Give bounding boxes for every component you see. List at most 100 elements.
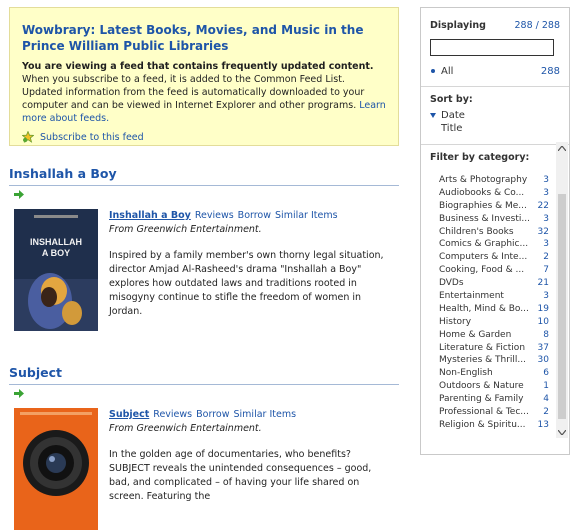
item-title[interactable]: Inshallah a Boy (9, 166, 399, 186)
category-item[interactable]: Audiobooks & Co... 3 (421, 187, 569, 200)
sort-options: Date Title (421, 105, 569, 135)
category-name: Home & Garden (439, 329, 512, 340)
category-item[interactable]: Biographies & Me... 22 (421, 200, 569, 213)
category-count: 1 (543, 381, 549, 392)
feed-filter-pane: Displaying 288 / 288 All 288 Sort by: Da… (420, 7, 570, 455)
category-count: 6 (543, 368, 549, 379)
feed-star-icon (22, 131, 34, 143)
borrow-link[interactable]: Borrow (238, 210, 271, 221)
category-item[interactable]: Business & Investi... 3 (421, 213, 569, 226)
category-item[interactable]: DVDs 21 (421, 277, 569, 290)
item-title[interactable]: Subject (9, 365, 399, 385)
all-label: All (441, 66, 454, 77)
category-item[interactable]: Entertainment 3 (421, 290, 569, 303)
category-item[interactable]: Outdoors & Nature 1 (421, 380, 569, 393)
feed-info-body: When you subscribe to a feed, it is adde… (22, 74, 365, 111)
svg-text:A BOY: A BOY (42, 248, 70, 258)
category-name: Non-English (439, 368, 493, 379)
poster-image[interactable]: INSHALLAH A BOY (14, 209, 98, 331)
feed-info-text: You are viewing a feed that contains fre… (22, 60, 386, 125)
category-item[interactable]: Religion & Spiritu... 13 (421, 419, 569, 432)
category-item[interactable]: Arts & Photography 3 (421, 174, 569, 187)
category-name: Comics & Graphic... (439, 239, 529, 250)
category-count: 21 (537, 278, 549, 289)
feed-info-bold: You are viewing a feed that contains fre… (22, 61, 374, 72)
category-name: Health, Mind & Bo... (439, 303, 529, 314)
feed-info-banner: Wowbrary: Latest Books, Movies, and Musi… (9, 7, 399, 146)
item-links: Subject Reviews Borrow Similar Items (109, 408, 394, 421)
category-list: Arts & Photography 3 Audiobooks & Co... 3 Bi… (421, 174, 569, 432)
category-item[interactable]: Computers & Inte... 2 (421, 251, 569, 264)
category-count: 7 (543, 265, 549, 276)
similar-items-link[interactable]: Similar Items (275, 210, 338, 221)
displaying-row: Displaying 288 / 288 (421, 8, 569, 31)
category-item[interactable]: Professional & Tec... 2 (421, 406, 569, 419)
item-source: From Greenwich Entertainment. (109, 224, 262, 235)
category-name: Audiobooks & Co... (439, 187, 525, 198)
displaying-label: Displaying (430, 20, 486, 31)
category-name: Cooking, Food & ... (439, 265, 525, 276)
sort-option-title[interactable]: Title (430, 122, 569, 135)
category-scrollbar[interactable] (556, 142, 568, 438)
filter-category-label: Filter by category: (430, 152, 530, 163)
category-count: 37 (537, 342, 549, 353)
scroll-down-button[interactable] (556, 426, 568, 438)
category-item[interactable]: Non-English 6 (421, 367, 569, 380)
category-item[interactable]: Parenting & Family 4 (421, 393, 569, 406)
category-count: 19 (537, 303, 549, 314)
subscribe-row[interactable]: Subscribe to this feed (22, 131, 386, 143)
item-source: From Greenwich Entertainment. (109, 423, 262, 434)
category-item[interactable]: Mysteries & Thrill... 30 (421, 354, 569, 367)
category-count: 4 (543, 394, 549, 405)
category-item[interactable]: Health, Mind & Bo... 19 (421, 303, 569, 316)
category-item[interactable]: Literature & Fiction 37 (421, 342, 569, 355)
category-name: Professional & Tec... (439, 407, 529, 418)
category-item[interactable]: History 10 (421, 316, 569, 329)
feed-item: Subject Subject Reviews Borrow Similar Item… (9, 365, 399, 530)
similar-items-link[interactable]: Similar Items (234, 409, 297, 420)
category-name: Entertainment (439, 291, 504, 302)
category-item[interactable]: Children's Books 32 (421, 226, 569, 239)
feed-title: Wowbrary: Latest Books, Movies, and Musi… (22, 23, 364, 53)
category-count: 2 (543, 407, 549, 418)
green-arrow-icon[interactable] (14, 190, 24, 199)
all-count: 288 (540, 66, 560, 77)
green-arrow-icon[interactable] (14, 389, 24, 398)
category-item[interactable]: Comics & Graphic... 3 (421, 238, 569, 251)
category-count: 2 (543, 252, 549, 263)
category-name: Children's Books (439, 226, 514, 237)
category-item[interactable]: Cooking, Food & ... 7 (421, 264, 569, 277)
borrow-link[interactable]: Borrow (196, 409, 229, 420)
item-description: In the golden age of documentaries, who … (109, 449, 372, 502)
sort-option-label: Date (441, 110, 465, 121)
subscribe-link[interactable]: Subscribe to this feed (40, 132, 144, 143)
item-description: Inspired by a family member's own thorny… (109, 250, 384, 317)
category-name: DVDs (439, 278, 464, 289)
chevron-up-icon (558, 145, 566, 151)
svg-text:INSHALLAH: INSHALLAH (30, 237, 82, 247)
scroll-up-button[interactable] (556, 142, 568, 154)
category-count: 10 (537, 316, 549, 327)
reviews-link[interactable]: Reviews (195, 210, 234, 221)
scroll-thumb[interactable] (558, 194, 566, 419)
chevron-down-icon (558, 429, 566, 435)
category-name: History (439, 316, 472, 327)
category-name: Arts & Photography (439, 175, 528, 185)
poster-image[interactable] (14, 408, 98, 530)
category-name: Mysteries & Thrill... (439, 355, 526, 366)
category-count: 3 (543, 175, 549, 185)
sort-option-date[interactable]: Date (430, 109, 569, 122)
item-title-link[interactable]: Subject (109, 409, 149, 420)
filter-search-input[interactable] (430, 39, 554, 56)
category-name: Parenting & Family (439, 394, 524, 405)
filter-all[interactable]: All 288 (421, 56, 569, 77)
category-item[interactable]: Home & Garden 8 (421, 329, 569, 342)
feed-item: Inshallah a Boy INSHALLAH A BOY Inshalla… (9, 166, 399, 331)
category-count: 32 (537, 226, 549, 237)
category-name: Biographies & Me... (439, 200, 527, 211)
reviews-link[interactable]: Reviews (153, 409, 192, 420)
selected-dot-icon (431, 69, 435, 73)
item-title-link[interactable]: Inshallah a Boy (109, 210, 191, 221)
item-links: Inshallah a Boy Reviews Borrow Similar Item… (109, 209, 394, 222)
sort-label: Sort by: (430, 94, 473, 105)
